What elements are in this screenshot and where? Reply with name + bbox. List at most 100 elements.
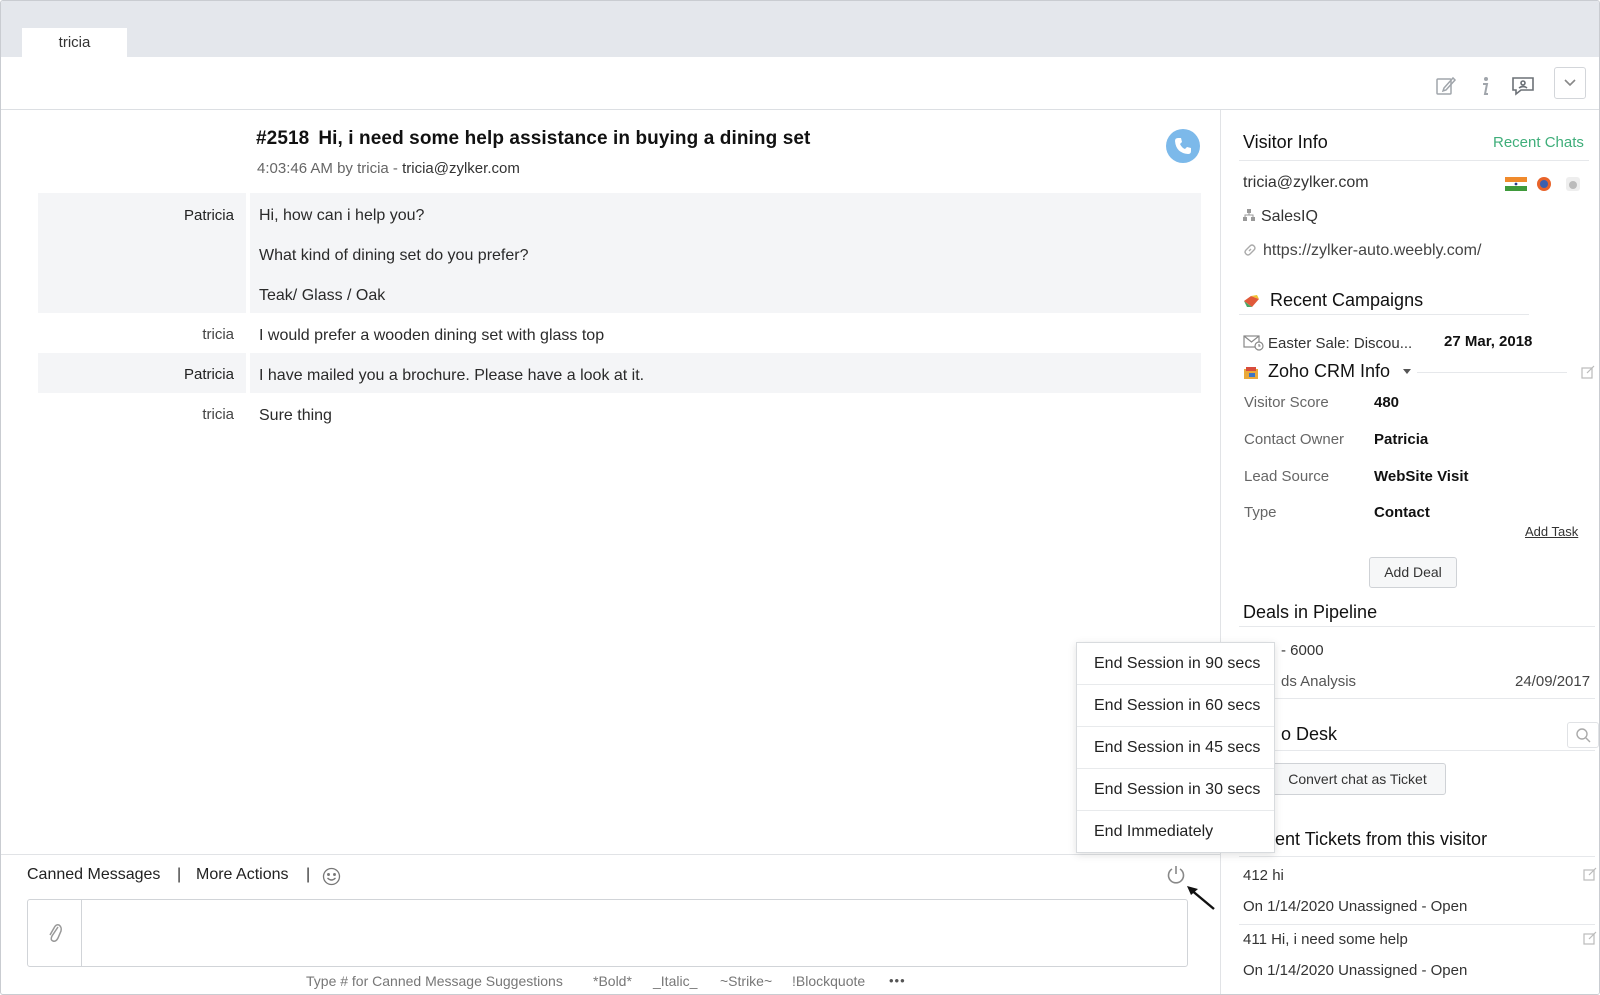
chat-email: tricia@zylker.com	[402, 160, 520, 177]
convert-ticket-label: Convert chat as Ticket	[1288, 771, 1427, 787]
crm-field-label: Lead Source	[1244, 468, 1330, 485]
ticket-title[interactable]: 411 Hi, i need some help	[1243, 931, 1408, 948]
message-text: Sure thing	[259, 407, 332, 424]
ticket-meta: On 1/14/2020 Unassigned - Open	[1243, 898, 1467, 915]
crm-field-value: 480	[1374, 394, 1400, 411]
campaign-name[interactable]: Easter Sale: Discou...	[1268, 335, 1412, 352]
message-row: Patricia Hi, how can i help you? What ki…	[38, 193, 1201, 313]
end-session-menu: End Session in 90 secs End Session in 60…	[1076, 642, 1275, 853]
tab-bar: tricia	[1, 1, 1599, 57]
more-format-options-icon[interactable]: •••	[889, 973, 906, 988]
crm-field-value: Patricia	[1374, 431, 1429, 448]
visitor-email: tricia@zylker.com	[1243, 174, 1369, 191]
chat-subject: Hi, i need some help assistance in buyin…	[318, 128, 811, 149]
crm-info-title[interactable]: Zoho CRM Info	[1268, 361, 1390, 382]
hint-strike: ~Strike~	[720, 973, 773, 989]
visitor-department: SalesIQ	[1261, 208, 1318, 225]
caret-down-icon[interactable]	[1402, 369, 1412, 375]
campaign-icon	[1244, 295, 1259, 307]
search-icon[interactable]	[1567, 722, 1599, 748]
phone-icon	[1175, 138, 1191, 154]
chat-window: tricia #2518 Hi, i need some help assista…	[0, 0, 1600, 995]
chat-area: #2518 Hi, i need some help assistance in …	[1, 110, 1220, 854]
firefox-icon	[1537, 177, 1551, 191]
india-flag-icon	[1505, 177, 1527, 191]
message-author: Patricia	[183, 207, 234, 224]
apple-icon	[1566, 177, 1580, 191]
crm-field-value: Contact	[1374, 504, 1430, 521]
chat-transcript-icon[interactable]	[1511, 74, 1535, 98]
recent-tickets-title: Recent Tickets from this visitor	[1243, 829, 1488, 849]
crm-field-label: Visitor Score	[1244, 394, 1329, 411]
campaign-date: 27 Mar, 2018	[1444, 333, 1533, 350]
deal-date: 24/09/2017	[1515, 673, 1591, 690]
mail-campaign-icon	[1243, 335, 1264, 351]
ticket-meta: On 1/14/2020 Unassigned - Open	[1243, 962, 1467, 979]
message-author: tricia	[202, 326, 234, 343]
message-text: I have mailed you a brochure. Please hav…	[259, 367, 645, 384]
ticket-date: On 1/14/2020	[1243, 898, 1334, 915]
message-text: Hi, how can i help you?	[259, 207, 425, 224]
crm-field-value: WebSite Visit	[1374, 468, 1469, 485]
recent-campaigns-title: Recent Campaigns	[1270, 290, 1424, 310]
hint-blockquote: !Blockquote	[792, 973, 866, 989]
visitor-info-title: Visitor Info	[1243, 132, 1328, 152]
separator: |	[177, 866, 182, 883]
edit-crm-icon[interactable]	[1581, 365, 1595, 379]
crm-field-label: Contact Owner	[1244, 431, 1345, 448]
menu-end-30-secs[interactable]: End Session in 30 secs	[1077, 769, 1274, 811]
edit-icon[interactable]	[1434, 74, 1458, 98]
convert-ticket-button[interactable]: Convert chat as Ticket	[1269, 763, 1446, 795]
chat-title: #2518 Hi, i need some help assistance in …	[256, 128, 810, 150]
deals-pipeline-title: Deals in Pipeline	[1243, 602, 1378, 622]
chat-by: by tricia -	[337, 160, 398, 177]
department-icon	[1243, 209, 1255, 221]
crm-field-label: Type	[1244, 504, 1277, 521]
chevron-down-icon[interactable]	[1554, 67, 1586, 99]
canned-messages-button[interactable]: Canned Messages	[27, 866, 160, 884]
chat-meta: 4:03:46 AM by tricia - tricia@zylker.com	[257, 160, 520, 177]
message-input[interactable]	[88, 908, 1179, 958]
formatting-hints: Type # for Canned Message Suggestions *B…	[1, 973, 1220, 993]
menu-end-immediately[interactable]: End Immediately	[1077, 811, 1274, 853]
hint-italic: _Italic_	[653, 973, 698, 989]
composer-toolbar: Canned Messages | More Actions |	[1, 854, 1220, 910]
message-author: Patricia	[183, 366, 234, 383]
menu-end-60-secs[interactable]: End Session in 60 secs	[1077, 685, 1274, 727]
menu-end-45-secs[interactable]: End Session in 45 secs	[1077, 727, 1274, 769]
call-button[interactable]	[1166, 129, 1200, 163]
add-task-link[interactable]: Add Task	[1525, 524, 1578, 539]
hint-canned: Type # for Canned Message Suggestions	[306, 973, 563, 989]
deal-amount: - 6000	[1281, 642, 1324, 659]
emoji-icon[interactable]	[322, 867, 341, 886]
crm-icon	[1244, 367, 1258, 379]
message-row: tricia Sure thing	[38, 393, 1201, 433]
ticket-title[interactable]: 412 hi	[1243, 867, 1284, 884]
deal-name[interactable]: ds Analysis	[1281, 673, 1356, 690]
message-row: tricia I would prefer a wooden dining se…	[38, 313, 1201, 353]
link-icon	[1244, 244, 1256, 256]
tab-tricia[interactable]: tricia	[22, 28, 127, 57]
message-text: I would prefer a wooden dining set with …	[259, 327, 605, 344]
message-row: Patricia I have mailed you a brochure. P…	[38, 353, 1201, 393]
ticket-date: On 1/14/2020	[1243, 962, 1334, 979]
hint-bold: *Bold*	[593, 973, 632, 989]
message-text: What kind of dining set do you prefer?	[259, 247, 529, 264]
chat-toolbar	[1, 57, 1599, 110]
info-icon[interactable]	[1473, 74, 1497, 98]
menu-end-90-secs[interactable]: End Session in 90 secs	[1077, 643, 1274, 685]
add-deal-button[interactable]: Add Deal	[1369, 557, 1457, 588]
open-ticket-icon[interactable]	[1583, 931, 1597, 945]
recent-chats-link[interactable]: Recent Chats	[1493, 134, 1584, 151]
ticket-status: Unassigned - Open	[1338, 898, 1468, 915]
zoho-desk-title: o Desk	[1281, 724, 1338, 744]
separator: |	[306, 866, 311, 883]
visitor-panel: Visitor Info Recent Chats tricia@zylker.…	[1220, 110, 1599, 994]
attachment-icon[interactable]	[28, 900, 82, 966]
ticket-status: Unassigned - Open	[1338, 962, 1468, 979]
visitor-url[interactable]: https://zylker-auto.weebly.com/	[1263, 242, 1481, 260]
message-author: tricia	[202, 406, 234, 423]
message-composer	[27, 899, 1188, 967]
more-actions-button[interactable]: More Actions	[196, 866, 288, 884]
open-ticket-icon[interactable]	[1583, 867, 1597, 881]
